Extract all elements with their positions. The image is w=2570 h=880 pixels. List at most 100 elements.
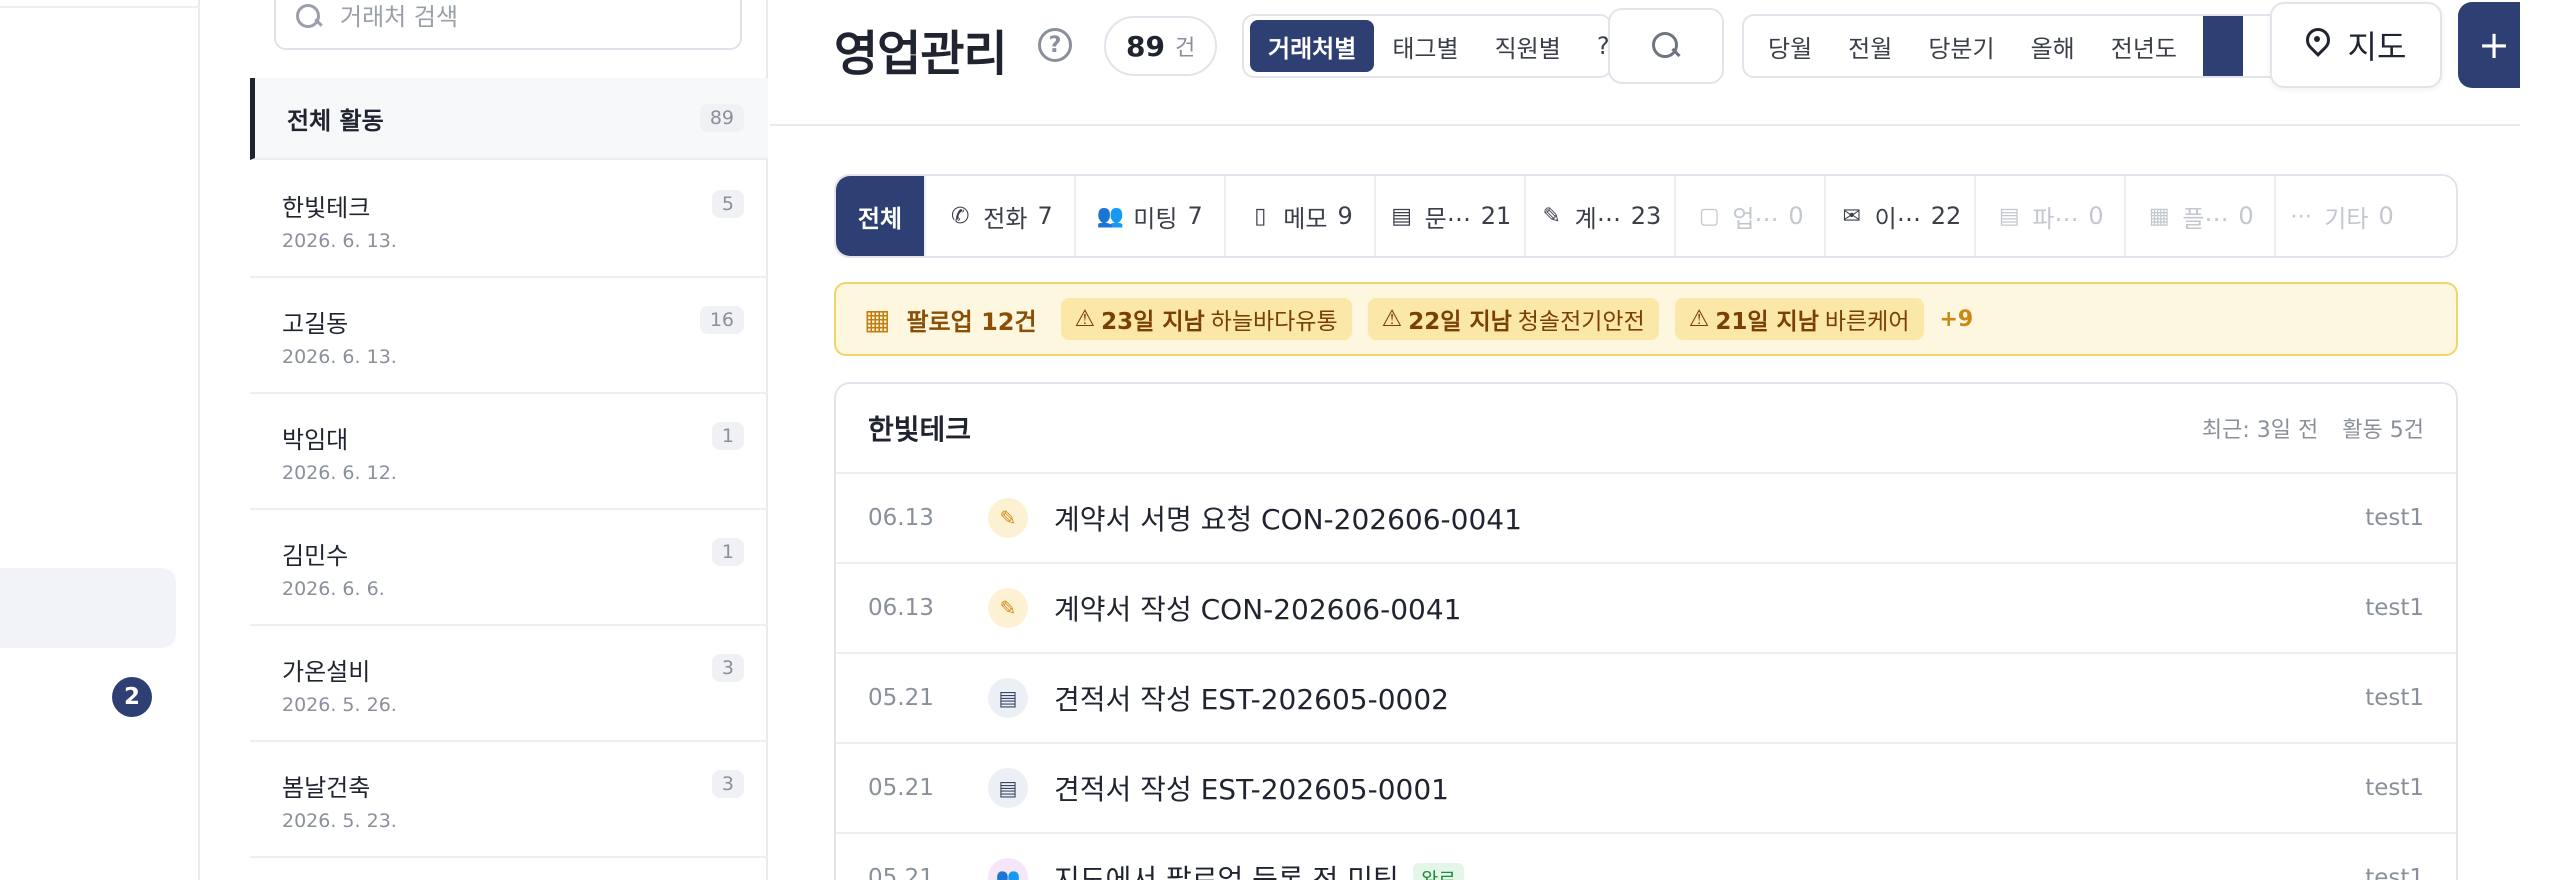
- file-icon: ▤: [1998, 203, 2020, 229]
- activity-date: 05.21: [868, 775, 934, 801]
- status-badge: 완료: [1412, 862, 1464, 880]
- tab-by-account[interactable]: 거래처별: [1250, 20, 1375, 72]
- account-item[interactable]: 가온설비 2026. 5. 26. 3: [250, 626, 768, 742]
- account-item[interactable]: 박임대 2026. 6. 12. 1: [250, 394, 768, 510]
- tab-last-year[interactable]: 전년도: [2093, 20, 2195, 72]
- tab-this-quarter[interactable]: 당분기: [1910, 20, 2012, 72]
- card-header: 한빛테크 최근: 3일 전 활동 5건: [836, 384, 2456, 474]
- account-count: 1: [711, 538, 744, 566]
- account-item[interactable]: 한빛테크 2026. 6. 13. 5: [250, 162, 768, 278]
- account-name: 고길동: [282, 310, 349, 338]
- account-name: 박임대: [282, 426, 349, 454]
- followup-chip[interactable]: ⚠ 21일 지남 바른케어: [1674, 298, 1924, 340]
- followup-more-link[interactable]: +9: [1940, 307, 1974, 332]
- period-tabs: 당월 전월 당분기 올해 전년도: [1742, 14, 2342, 78]
- tab-by-tag[interactable]: 태그별: [1374, 20, 1476, 72]
- activity-row[interactable]: 06.13 ✎ 계약서 작성 CON-202606-0041 test1: [836, 564, 2456, 654]
- tab-period-active-edge[interactable]: [2203, 16, 2244, 76]
- question-circle-icon[interactable]: ?: [1038, 28, 1072, 62]
- tab-last-month[interactable]: 전월: [1830, 20, 1910, 72]
- type-tab-task[interactable]: ▢ 업⋯ 0: [1676, 176, 1826, 256]
- account-item[interactable]: 김민수 2026. 6. 6. 1: [250, 510, 768, 626]
- activity-text-label: 지도에서 팔로업 등록 전 미팅: [1054, 863, 1399, 880]
- activity-user: test1: [2365, 865, 2424, 880]
- type-tab-count: 0: [2378, 202, 2394, 230]
- nav-active-item[interactable]: [0, 568, 176, 648]
- followup-chip-name: 청솔전기안전: [1517, 309, 1645, 335]
- activity-row[interactable]: 05.21 ▤ 견적서 작성 EST-202605-0002 test1: [836, 654, 2456, 744]
- tab-this-month[interactable]: 당월: [1750, 20, 1830, 72]
- activity-user: test1: [2365, 685, 2424, 711]
- mail-icon: ✉: [1842, 203, 1861, 229]
- account-date: 2026. 6. 6.: [282, 578, 385, 600]
- activity-text: 견적서 작성 EST-202605-0002: [1054, 683, 1449, 716]
- type-tab-file[interactable]: ▤ 파⋯ 0: [1976, 176, 2126, 256]
- map-button[interactable]: 지도: [2270, 2, 2442, 88]
- type-tab-count: 0: [2238, 202, 2254, 230]
- type-tab-label: 이⋯: [1874, 204, 1921, 233]
- nav-top-divider: [0, 0, 200, 8]
- type-tab-label: 미팅: [1133, 204, 1178, 233]
- map-button-label: 지도: [2347, 28, 2407, 66]
- activity-user: test1: [2365, 505, 2424, 531]
- account-search-input[interactable]: [340, 3, 720, 31]
- warning-icon: ⚠: [1381, 306, 1403, 332]
- account-date: 2026. 5. 23.: [282, 810, 397, 832]
- followup-title: 팔로업 12건: [906, 307, 1037, 336]
- activity-date: 05.21: [868, 865, 934, 880]
- clipboard-icon: ▢: [1698, 203, 1720, 229]
- account-item-all[interactable]: 전체 활동 89: [250, 78, 768, 160]
- followup-chip[interactable]: ⚠ 22일 지남 청솔전기안전: [1367, 298, 1659, 340]
- type-tab-etc[interactable]: ⋯ 기타 0: [2276, 176, 2406, 256]
- activity-text: 계약서 작성 CON-202606-0041: [1054, 593, 1462, 626]
- activity-row[interactable]: 05.21 ▤ 견적서 작성 EST-202605-0001 test1: [836, 744, 2456, 834]
- type-tab-label: 문⋯: [1424, 204, 1471, 233]
- document-icon: ▤: [988, 768, 1028, 808]
- document-icon: ▤: [1391, 203, 1413, 229]
- account-item[interactable]: 봄날건축 2026. 5. 23. 3: [250, 742, 768, 858]
- type-tab-document[interactable]: ▤ 문⋯ 21: [1376, 176, 1526, 256]
- left-nav: 2: [0, 0, 200, 880]
- type-tab-memo[interactable]: ▯ 메모 9: [1226, 176, 1376, 256]
- followup-chip-days: 23일 지남: [1101, 309, 1205, 335]
- account-date: 2026. 6. 12.: [282, 462, 397, 484]
- type-tab-phone[interactable]: ✆ 전화 7: [926, 176, 1076, 256]
- type-tab-meeting[interactable]: 👥 미팅 7: [1076, 176, 1226, 256]
- activity-user: test1: [2365, 595, 2424, 621]
- type-tab-label: 파⋯: [2032, 204, 2079, 233]
- type-tab-count: 23: [1630, 202, 1662, 230]
- type-tab-count: 21: [1480, 202, 1512, 230]
- more-icon: ⋯: [2290, 203, 2313, 229]
- total-count-pill: 89 건: [1104, 16, 1218, 76]
- account-list-panel: 전체 활동 89 한빛테크 2026. 6. 13. 5 고길동 2026. 6…: [250, 0, 768, 880]
- warning-icon: ⚠: [1688, 306, 1710, 332]
- type-tab-all[interactable]: 전체: [836, 176, 926, 256]
- tab-this-year[interactable]: 올해: [2013, 20, 2093, 72]
- account-count: 3: [711, 770, 744, 798]
- calendar-icon: ▦: [2148, 203, 2170, 229]
- add-button[interactable]: +: [2458, 2, 2520, 88]
- header-search-button[interactable]: [1608, 8, 1724, 84]
- memo-icon: ▯: [1254, 203, 1267, 229]
- total-count-unit: 건: [1174, 36, 1196, 61]
- contract-icon: ✎: [988, 588, 1028, 628]
- group-by-tabs: 거래처별 태그별 직원별 ?: [1242, 14, 1612, 78]
- calendar-clock-icon: ▦: [864, 302, 891, 336]
- activity-row[interactable]: 05.21 👥 지도에서 팔로업 등록 전 미팅 완료 test1: [836, 834, 2456, 880]
- account-search-box[interactable]: [274, 0, 742, 50]
- type-tab-email[interactable]: ✉ 이⋯ 22: [1826, 176, 1976, 256]
- type-tab-count: 0: [2088, 202, 2104, 230]
- tab-by-employee[interactable]: 직원별: [1477, 20, 1579, 72]
- card-title: 한빛테크: [868, 413, 972, 446]
- followup-chip[interactable]: ⚠ 23일 지남 하늘바다유통: [1060, 298, 1352, 340]
- contract-icon: ✎: [988, 498, 1028, 538]
- type-tab-count: 7: [1037, 202, 1053, 230]
- map-pin-icon: [2306, 28, 2330, 62]
- account-item[interactable]: 고길동 2026. 6. 13. 16: [250, 278, 768, 394]
- card-activity-count: 활동 5건: [2342, 418, 2424, 443]
- activity-date: 06.13: [868, 595, 934, 621]
- activity-row[interactable]: 06.13 ✎ 계약서 서명 요청 CON-202606-0041 test1: [836, 474, 2456, 564]
- search-icon: [294, 2, 324, 32]
- type-tab-plan[interactable]: ▦ 플⋯ 0: [2126, 176, 2276, 256]
- type-tab-contract[interactable]: ✎ 계⋯ 23: [1526, 176, 1676, 256]
